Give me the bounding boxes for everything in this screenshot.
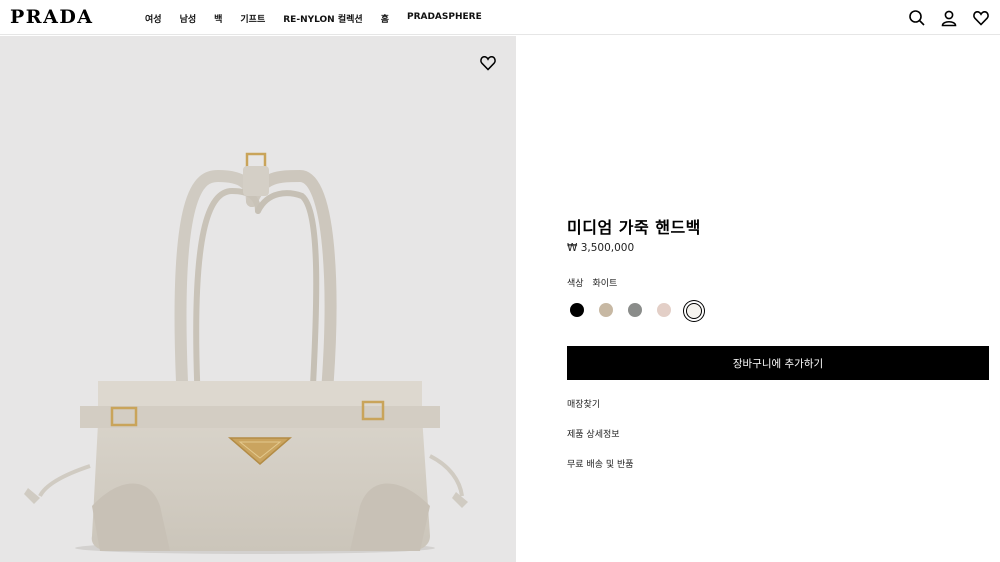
account-icon[interactable]	[940, 9, 958, 27]
color-swatches	[570, 303, 702, 319]
swatch-white-selected[interactable]	[686, 303, 702, 319]
nav-item-home[interactable]: 홈	[381, 12, 389, 25]
store-locator-link[interactable]: 매장찾기	[567, 397, 600, 410]
swatch-black[interactable]	[570, 303, 584, 317]
add-to-cart-button[interactable]: 장바구니에 추가하기	[567, 346, 989, 380]
nav-item-women[interactable]: 여성	[145, 12, 162, 25]
shipping-returns-link[interactable]: 무료 배송 및 반품	[567, 457, 634, 470]
color-label: 색상	[567, 279, 584, 289]
favorite-heart-icon[interactable]	[479, 54, 497, 72]
main-nav: 여성 남성 백 기프트 RE-NYLON 컬렉션 홈 PRADASPHERE	[145, 12, 500, 25]
handbag-image	[24, 152, 468, 554]
product-details-link[interactable]: 제품 상세정보	[567, 427, 620, 440]
color-row: 색상 화이트	[567, 276, 623, 289]
nav-item-men[interactable]: 남성	[180, 12, 197, 25]
prada-logo[interactable]: PRADA	[10, 6, 94, 28]
wishlist-icon[interactable]	[972, 9, 990, 27]
search-icon[interactable]	[908, 9, 926, 27]
product-image	[0, 36, 516, 562]
product-title: 미디엄 가죽 핸드백	[567, 218, 701, 237]
product-price: ₩ 3,500,000	[567, 242, 635, 254]
swatch-grey[interactable]	[628, 303, 642, 317]
swatch-tan[interactable]	[599, 303, 613, 317]
nav-item-bags[interactable]: 백	[214, 12, 222, 25]
nav-item-gifts[interactable]: 기프트	[240, 12, 265, 25]
header-icons	[908, 9, 990, 27]
swatch-pink[interactable]	[657, 303, 671, 317]
nav-item-pradasphere[interactable]: PRADASPHERE	[407, 12, 482, 25]
color-value: 화이트	[592, 279, 618, 289]
add-to-cart-label: 장바구니에 추가하기	[732, 357, 824, 370]
nav-item-re-nylon[interactable]: RE-NYLON 컬렉션	[283, 12, 362, 25]
site-header: PRADA 여성 남성 백 기프트 RE-NYLON 컬렉션 홈 PRADASP…	[0, 0, 1000, 35]
